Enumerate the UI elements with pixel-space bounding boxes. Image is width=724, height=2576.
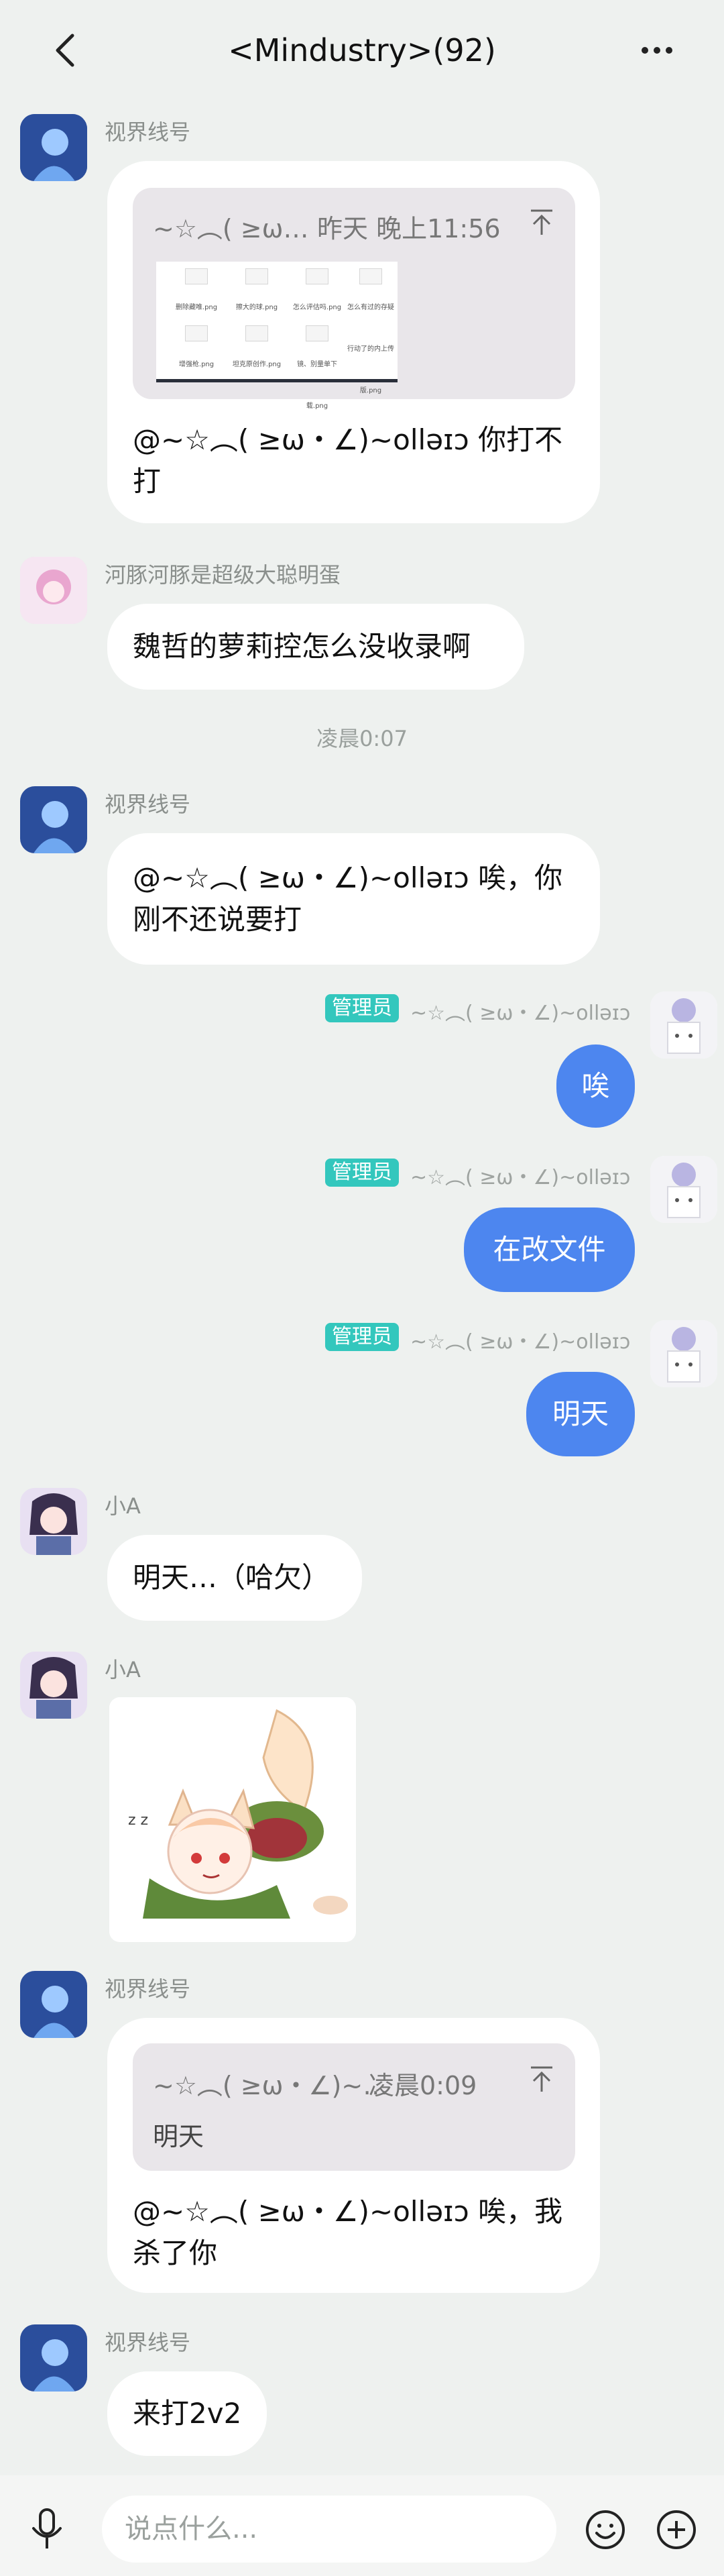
message-bubble[interactable]: ~☆︵( ≥ω… 昨天 晚上11:56 删除藏唯.png 擦大的球.png 怎么… xyxy=(107,161,600,523)
message-bubble[interactable]: 明天…（哈欠） xyxy=(107,1535,362,1621)
file-item: 怎么有过的存疑行动了的内上传版.png xyxy=(347,268,394,412)
my-avatar[interactable] xyxy=(650,1156,717,1223)
quote-body: 明天 xyxy=(153,2122,204,2151)
message-text: 明天…（哈欠） xyxy=(133,1561,330,1594)
message-text: @~☆︵( ≥ω・∠)~ollǝɪɔ 你打不打 xyxy=(133,423,563,498)
svg-text:z z: z z xyxy=(128,1812,148,1829)
quote-author: ~☆︵( ≥ω・∠)~… xyxy=(153,2071,389,2100)
avatar-character-icon xyxy=(20,557,87,624)
avatar-character-icon xyxy=(20,1488,87,1555)
avatar[interactable] xyxy=(20,1971,87,2038)
quote-time: 昨天 晚上11:56 xyxy=(317,214,501,244)
avatar[interactable] xyxy=(20,2324,87,2392)
admin-badge: 管理员 xyxy=(325,1159,399,1187)
sender-name: 视界线号 xyxy=(105,792,191,817)
microphone-icon[interactable] xyxy=(27,2506,67,2553)
my-message-bubble[interactable]: 在改文件 xyxy=(464,1208,635,1292)
message-bubble[interactable]: ~☆︵( ≥ω・∠)~… 凌晨0:09 明天 @~☆︵( ≥ω・∠)~ollǝɪ… xyxy=(107,2018,600,2293)
file-item: 擦大的球.png xyxy=(230,268,284,329)
avatar[interactable] xyxy=(20,557,87,624)
avatar-character-icon xyxy=(20,786,87,853)
avatar-character-icon xyxy=(650,1320,717,1387)
avatar[interactable] xyxy=(20,114,87,181)
message-bubble[interactable]: @~☆︵( ≥ω・∠)~ollǝɪɔ 唉，你刚不还说要打 xyxy=(107,833,600,965)
quoted-message[interactable]: ~☆︵( ≥ω・∠)~… 凌晨0:09 明天 xyxy=(133,2043,575,2171)
avatar[interactable] xyxy=(20,1488,87,1555)
sticker-fox-girl-icon: z z xyxy=(109,1697,356,1942)
sender-name: 小A xyxy=(105,1493,141,1519)
quoted-message[interactable]: ~☆︵( ≥ω… 昨天 晚上11:56 删除藏唯.png 擦大的球.png 怎么… xyxy=(133,188,575,410)
sender-name: 视界线号 xyxy=(105,2330,191,2355)
sender-name: 视界线号 xyxy=(105,1976,191,2002)
file-list-thumbnail[interactable]: 删除藏唯.png 擦大的球.png 怎么评估吗.png 怎么有过的存疑行动了的内… xyxy=(156,262,398,410)
my-avatar[interactable] xyxy=(650,1320,717,1387)
avatar-character-icon xyxy=(650,1156,717,1223)
sticker-image[interactable]: z z xyxy=(109,1697,356,1942)
file-item: 镜、别量单下载.png xyxy=(290,325,344,427)
my-name: ~☆︵( ≥ω・∠)~ollǝɪɔ xyxy=(410,1002,631,1025)
file-item: 怎么评估吗.png xyxy=(290,268,344,329)
my-avatar[interactable] xyxy=(650,991,717,1059)
message-text: 魏哲的萝莉控怎么没收录啊 xyxy=(133,630,471,663)
avatar-character-icon xyxy=(650,991,717,1059)
input-bar xyxy=(0,2475,724,2576)
my-message-bubble[interactable]: 明天 xyxy=(526,1372,635,1456)
avatar-character-icon xyxy=(20,1971,87,2038)
file-item: 增强枪.png xyxy=(170,325,223,386)
avatar[interactable] xyxy=(20,1652,87,1719)
my-message-bubble[interactable]: 唉 xyxy=(556,1044,635,1128)
message-text: 来打2v2 xyxy=(133,2397,242,2430)
message-bubble[interactable]: 魏哲的萝莉控怎么没收录啊 xyxy=(107,604,524,690)
message-text: @~☆︵( ≥ω・∠)~ollǝɪɔ 唉，我杀了你 xyxy=(133,2195,563,2269)
avatar-character-icon xyxy=(20,2324,87,2392)
sender-name: 视界线号 xyxy=(105,119,191,145)
quote-author: ~☆︵( ≥ω… xyxy=(153,214,309,244)
avatar[interactable] xyxy=(20,786,87,853)
jump-to-quote-icon[interactable] xyxy=(528,208,555,237)
avatar-character-icon xyxy=(20,1652,87,1719)
plus-icon[interactable] xyxy=(656,2509,697,2551)
sender-name: 河豚河豚是超级大聪明蛋 xyxy=(105,562,341,588)
chat-title: <Mindustry>(92) xyxy=(228,32,496,68)
time-separator: 凌晨0:07 xyxy=(316,726,408,751)
my-name: ~☆︵( ≥ω・∠)~ollǝɪɔ xyxy=(410,1166,631,1189)
message-bubble[interactable]: 来打2v2 xyxy=(107,2371,267,2456)
message-input[interactable] xyxy=(102,2496,556,2563)
quote-time: 凌晨0:09 xyxy=(369,2071,477,2100)
chat-header: <Mindustry>(92) xyxy=(0,0,724,101)
jump-to-quote-icon[interactable] xyxy=(528,2065,555,2094)
sender-name: 小A xyxy=(105,1657,141,1682)
admin-badge: 管理员 xyxy=(325,1323,399,1351)
my-name: ~☆︵( ≥ω・∠)~ollǝɪɔ xyxy=(410,1330,631,1354)
message-text: @~☆︵( ≥ω・∠)~ollǝɪɔ 唉，你刚不还说要打 xyxy=(133,861,563,936)
more-dots-icon[interactable] xyxy=(637,34,677,67)
chevron-left-icon[interactable] xyxy=(47,30,87,70)
admin-badge: 管理员 xyxy=(325,994,399,1022)
file-item: 删除藏唯.png xyxy=(170,268,223,329)
emoji-icon[interactable] xyxy=(585,2509,626,2551)
avatar-character-icon xyxy=(20,114,87,181)
file-item: 坦克原创作.png xyxy=(230,325,284,386)
